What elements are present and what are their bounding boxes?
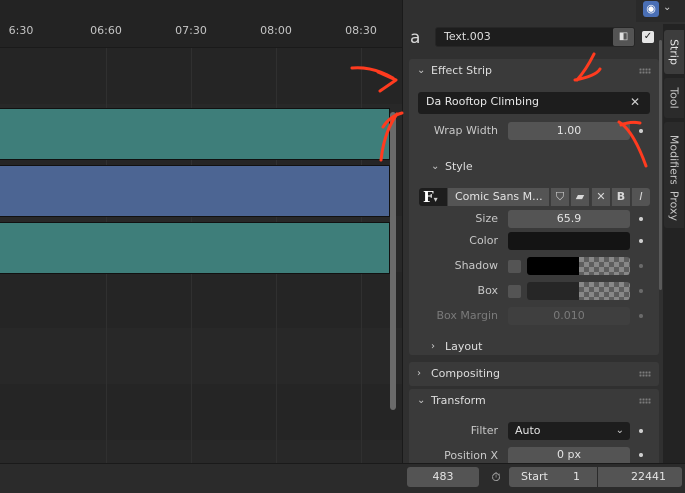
filter-value: Auto	[515, 424, 541, 437]
start-frame-field[interactable]: Start 1	[509, 467, 597, 487]
subsection-title: Style	[445, 160, 473, 173]
tab-proxy[interactable]: Proxy	[664, 184, 684, 228]
keyframe-dot-icon[interactable]	[639, 314, 643, 318]
wrap-width-field[interactable]: 1.00	[508, 122, 630, 140]
chevron-down-icon[interactable]: ⌄	[663, 2, 671, 13]
tab-tool[interactable]: Tool	[664, 78, 684, 118]
properties-scrollbar[interactable]	[659, 40, 662, 290]
italic-toggle-icon[interactable]: I	[631, 188, 650, 206]
filter-dropdown[interactable]: Auto ⌄	[508, 422, 630, 440]
size-label: Size	[475, 212, 498, 225]
compositing-header[interactable]: › Compositing	[409, 362, 659, 386]
size-field[interactable]: 65.9	[508, 210, 630, 228]
drag-grip-icon[interactable]	[639, 371, 651, 377]
filter-label: Filter	[470, 424, 498, 437]
text-strip-blue[interactable]	[0, 165, 390, 217]
drag-grip-icon[interactable]	[639, 398, 651, 404]
shadow-color-swatch[interactable]	[527, 257, 579, 275]
tab-strip[interactable]: Strip	[664, 30, 684, 74]
time-ruler[interactable]: 6:30 06:60 07:30 08:00 08:30	[0, 0, 402, 48]
chevron-down-icon: ⌄	[431, 161, 440, 172]
shadow-alpha-checker	[579, 257, 630, 275]
box-label: Box	[477, 284, 498, 297]
open-folder-icon[interactable]: ▰	[570, 188, 589, 206]
keyframe-dot-icon[interactable]	[639, 429, 643, 433]
keyframe-dot-icon[interactable]	[639, 129, 643, 133]
chevron-down-icon: ⌄	[615, 425, 624, 436]
keyframe-dot-icon[interactable]	[639, 217, 643, 221]
bold-toggle-icon[interactable]: B	[611, 188, 630, 206]
stopwatch-icon[interactable]: ⏱	[486, 467, 506, 487]
text-color-swatch[interactable]	[508, 232, 630, 250]
text-strip-icon: a	[410, 28, 421, 48]
shadow-checkbox[interactable]	[508, 260, 521, 273]
overlay-globe-icon[interactable]: ◉	[643, 1, 659, 17]
position-x-field[interactable]: 0 px	[508, 447, 630, 463]
sidebar-tab-bar: Strip Tool Modifiers Proxy	[663, 24, 685, 463]
strip-enable-checkbox[interactable]: ✓	[642, 31, 654, 43]
strip-color-tag-icon[interactable]: ◧	[613, 28, 634, 46]
wrap-width-label: Wrap Width	[433, 124, 498, 137]
sequencer-timeline[interactable]: 6:30 06:60 07:30 08:00 08:30	[0, 0, 402, 463]
channel-row	[0, 48, 402, 104]
section-title: Compositing	[431, 367, 500, 380]
start-label: Start	[521, 470, 548, 483]
shadow-label: Shadow	[454, 259, 498, 272]
fake-user-shield-icon[interactable]: ⛉	[550, 188, 569, 206]
tab-label: Strip	[667, 39, 681, 65]
ruler-tick: 06:60	[90, 24, 122, 37]
font-name-field[interactable]: Comic Sans M...	[448, 188, 549, 206]
chevron-right-icon: ›	[417, 368, 421, 379]
keyframe-dot-icon[interactable]	[639, 239, 643, 243]
keyframe-dot-icon[interactable]	[639, 264, 643, 268]
position-x-label: Position X	[444, 449, 498, 462]
chevron-down-icon: ⌄	[417, 395, 426, 406]
tab-label: Tool	[667, 87, 681, 109]
effect-strip-header[interactable]: ⌄ Effect Strip	[409, 59, 659, 83]
tab-label: Modifiers	[667, 134, 681, 186]
box-margin-label: Box Margin	[436, 309, 498, 322]
compositing-panel: › Compositing	[409, 362, 659, 386]
channel-row	[0, 272, 402, 328]
color-label: Color	[469, 234, 498, 247]
keyframe-dot-icon[interactable]	[639, 289, 643, 293]
timeline-scrollbar[interactable]	[390, 112, 396, 410]
font-icon[interactable]: F▾	[419, 188, 447, 206]
box-color-swatch[interactable]	[527, 282, 579, 300]
drag-grip-icon[interactable]	[639, 68, 651, 74]
end-frame-field[interactable]: 22441	[598, 467, 682, 487]
current-frame-field[interactable]: 483	[407, 467, 479, 487]
ruler-tick: 07:30	[175, 24, 207, 37]
ruler-tick: 6:30	[8, 24, 34, 37]
text-content-field[interactable]: Da Rooftop Climbing	[418, 92, 650, 114]
layout-subpanel-header[interactable]: › Layout	[409, 335, 659, 359]
box-alpha-checker	[579, 282, 630, 300]
keyframe-dot-icon[interactable]	[639, 453, 643, 457]
subsection-title: Layout	[445, 340, 483, 353]
section-title: Effect Strip	[431, 64, 493, 77]
ruler-tick: 08:30	[345, 24, 377, 37]
box-checkbox[interactable]	[508, 285, 521, 298]
channel-row	[0, 328, 402, 384]
section-title: Transform	[431, 394, 486, 407]
transform-header[interactable]: ⌄ Transform	[409, 389, 659, 413]
ruler-tick: 08:00	[260, 24, 292, 37]
channel-row	[0, 384, 402, 440]
unlink-font-icon[interactable]: ✕	[591, 188, 610, 206]
text-strip-teal[interactable]	[0, 108, 390, 160]
box-margin-field[interactable]: 0.010	[508, 307, 630, 325]
style-subpanel-header[interactable]: ⌄ Style	[409, 155, 659, 179]
text-strip-teal[interactable]	[0, 222, 390, 274]
start-value: 1	[573, 470, 580, 483]
strip-name-field[interactable]: Text.003	[435, 27, 635, 47]
tab-label: Proxy	[667, 190, 681, 222]
clear-text-icon[interactable]: ✕	[630, 95, 640, 109]
chevron-right-icon: ›	[431, 341, 435, 352]
chevron-down-icon: ⌄	[417, 65, 426, 76]
